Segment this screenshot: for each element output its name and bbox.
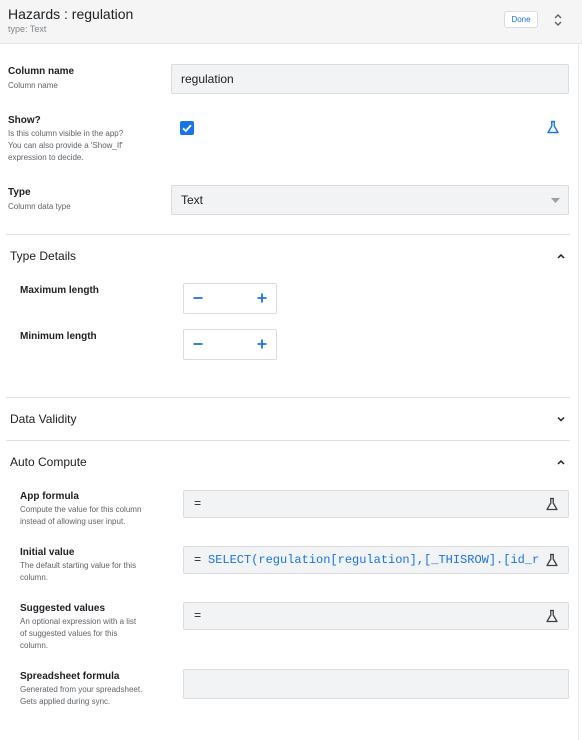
chevron-down-icon[interactable]: [556, 414, 566, 424]
flask-icon[interactable]: [545, 497, 559, 511]
app-formula-desc-line-2: instead of allowing user input.: [20, 517, 126, 526]
suggested-values-input[interactable]: =: [183, 602, 569, 630]
spreadsheet-formula-label: Spreadsheet formula: [20, 671, 120, 682]
max-length-label: Maximum length: [20, 285, 99, 296]
initial-value-expression: SELECT(regulation[regulation],[_THISROW]…: [208, 553, 540, 567]
spreadsheet-formula-desc-line-2: Gets applied during sync.: [20, 697, 111, 706]
spreadsheet-formula-input[interactable]: [183, 669, 569, 699]
column-name-label: Column name: [8, 66, 75, 77]
plus-icon[interactable]: [255, 291, 269, 305]
done-button[interactable]: Done: [504, 11, 538, 28]
show-checkbox[interactable]: [180, 121, 194, 135]
type-desc: Column data type: [8, 202, 71, 211]
right-border: [578, 44, 579, 740]
max-length-stepper[interactable]: [183, 283, 277, 314]
equals-sign: =: [194, 609, 202, 623]
show-desc-line-3: expression to decide.: [8, 153, 84, 162]
type-select[interactable]: Text: [171, 185, 569, 215]
flask-icon[interactable]: [545, 609, 559, 623]
app-formula-desc-line-1: Compute the value for this column: [20, 505, 142, 514]
header-title: Hazards : regulation: [8, 6, 134, 22]
editor-header: Hazards : regulation type: Text Done: [0, 0, 582, 44]
divider: [6, 440, 570, 441]
data-validity-title[interactable]: Data Validity: [10, 412, 76, 426]
chevron-up-icon[interactable]: [556, 457, 566, 467]
plus-icon[interactable]: [255, 337, 269, 351]
column-name-input[interactable]: regulation: [171, 64, 569, 94]
divider: [6, 397, 570, 398]
type-details-title[interactable]: Type Details: [10, 249, 76, 263]
equals-sign: =: [194, 553, 202, 567]
flask-icon[interactable]: [546, 120, 560, 134]
initial-value-desc-line-2: column.: [20, 573, 49, 582]
up-down-arrows-icon[interactable]: [551, 10, 565, 30]
min-length-label: Minimum length: [20, 331, 97, 342]
initial-value-input[interactable]: = SELECT(regulation[regulation],[_THISRO…: [183, 546, 569, 574]
flask-icon[interactable]: [545, 553, 559, 567]
show-desc-line-1: Is this column visible in the app?: [8, 129, 124, 138]
show-label: Show?: [8, 115, 41, 126]
suggested-values-desc-line-3: column.: [20, 641, 49, 650]
type-label: Type: [8, 187, 31, 198]
header-subtitle: type: Text: [8, 24, 47, 34]
dropdown-arrow-icon: [551, 198, 560, 203]
app-formula-input[interactable]: =: [183, 490, 569, 518]
checkmark-icon: [182, 124, 192, 133]
show-desc-line-2: You can also provide a 'Show_If': [8, 141, 123, 150]
minus-icon[interactable]: [191, 337, 205, 351]
suggested-values-desc-line-2: of suggested values for this: [20, 629, 118, 638]
column-name-desc: Column name: [8, 81, 58, 90]
minus-icon[interactable]: [191, 291, 205, 305]
initial-value-desc-line-1: The default starting value for this: [20, 561, 137, 570]
spreadsheet-formula-desc-line-1: Generated from your spreadsheet.: [20, 685, 143, 694]
chevron-up-icon[interactable]: [556, 251, 566, 261]
app-formula-label: App formula: [20, 491, 79, 502]
equals-sign: =: [194, 497, 202, 511]
auto-compute-title[interactable]: Auto Compute: [10, 455, 87, 469]
suggested-values-desc-line-1: An optional expression with a list: [20, 617, 137, 626]
initial-value-label: Initial value: [20, 547, 75, 558]
suggested-values-label: Suggested values: [20, 603, 106, 614]
type-select-value: Text: [181, 193, 204, 207]
min-length-stepper[interactable]: [183, 329, 277, 360]
divider: [6, 234, 570, 235]
